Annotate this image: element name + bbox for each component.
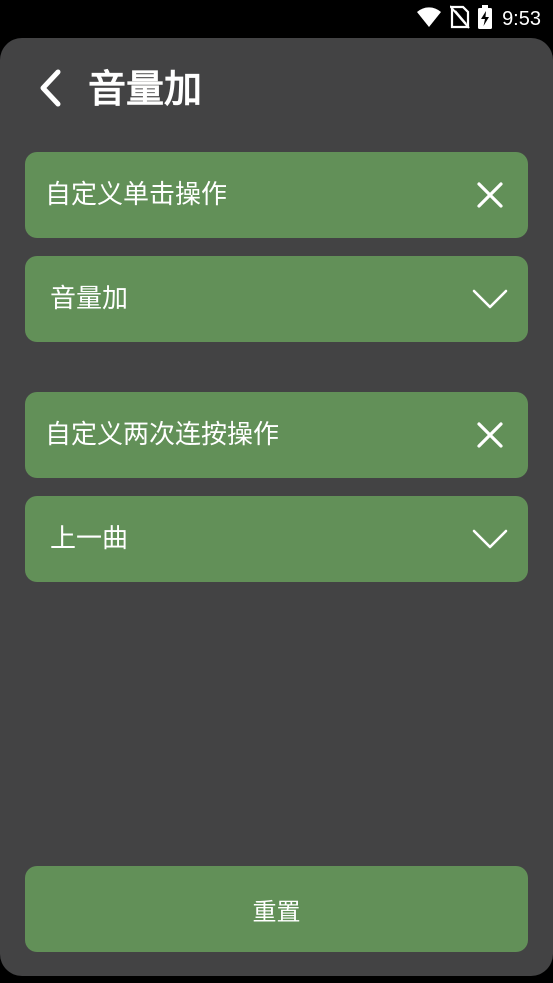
double-click-label: 自定义两次连按操作 [45, 420, 280, 450]
close-icon[interactable] [472, 417, 508, 453]
single-click-header-card: 自定义单击操作 [25, 152, 528, 238]
chevron-left-icon [37, 68, 63, 112]
status-icons: 9:53 [416, 5, 541, 33]
no-sim-icon [449, 5, 470, 33]
back-button[interactable] [30, 68, 70, 112]
settings-panel: 音量加 自定义单击操作 音量加 自定义两次连按操作 上一曲 重置 [0, 38, 553, 976]
status-time: 9:53 [502, 7, 541, 30]
page-title: 音量加 [88, 67, 203, 111]
chevron-down-icon [472, 281, 508, 317]
battery-charging-icon [478, 5, 493, 33]
chevron-down-icon [472, 521, 508, 557]
single-click-selected-value: 音量加 [50, 284, 129, 314]
double-click-action-select[interactable]: 上一曲 [25, 496, 528, 582]
reset-button[interactable]: 重置 [25, 866, 528, 952]
single-click-label: 自定义单击操作 [45, 180, 228, 210]
single-click-action-select[interactable]: 音量加 [25, 256, 528, 342]
status-bar: 9:53 [0, 0, 553, 38]
close-icon[interactable] [472, 177, 508, 213]
double-click-header-card: 自定义两次连按操作 [25, 392, 528, 478]
wifi-icon [416, 6, 442, 32]
double-click-selected-value: 上一曲 [50, 524, 129, 554]
